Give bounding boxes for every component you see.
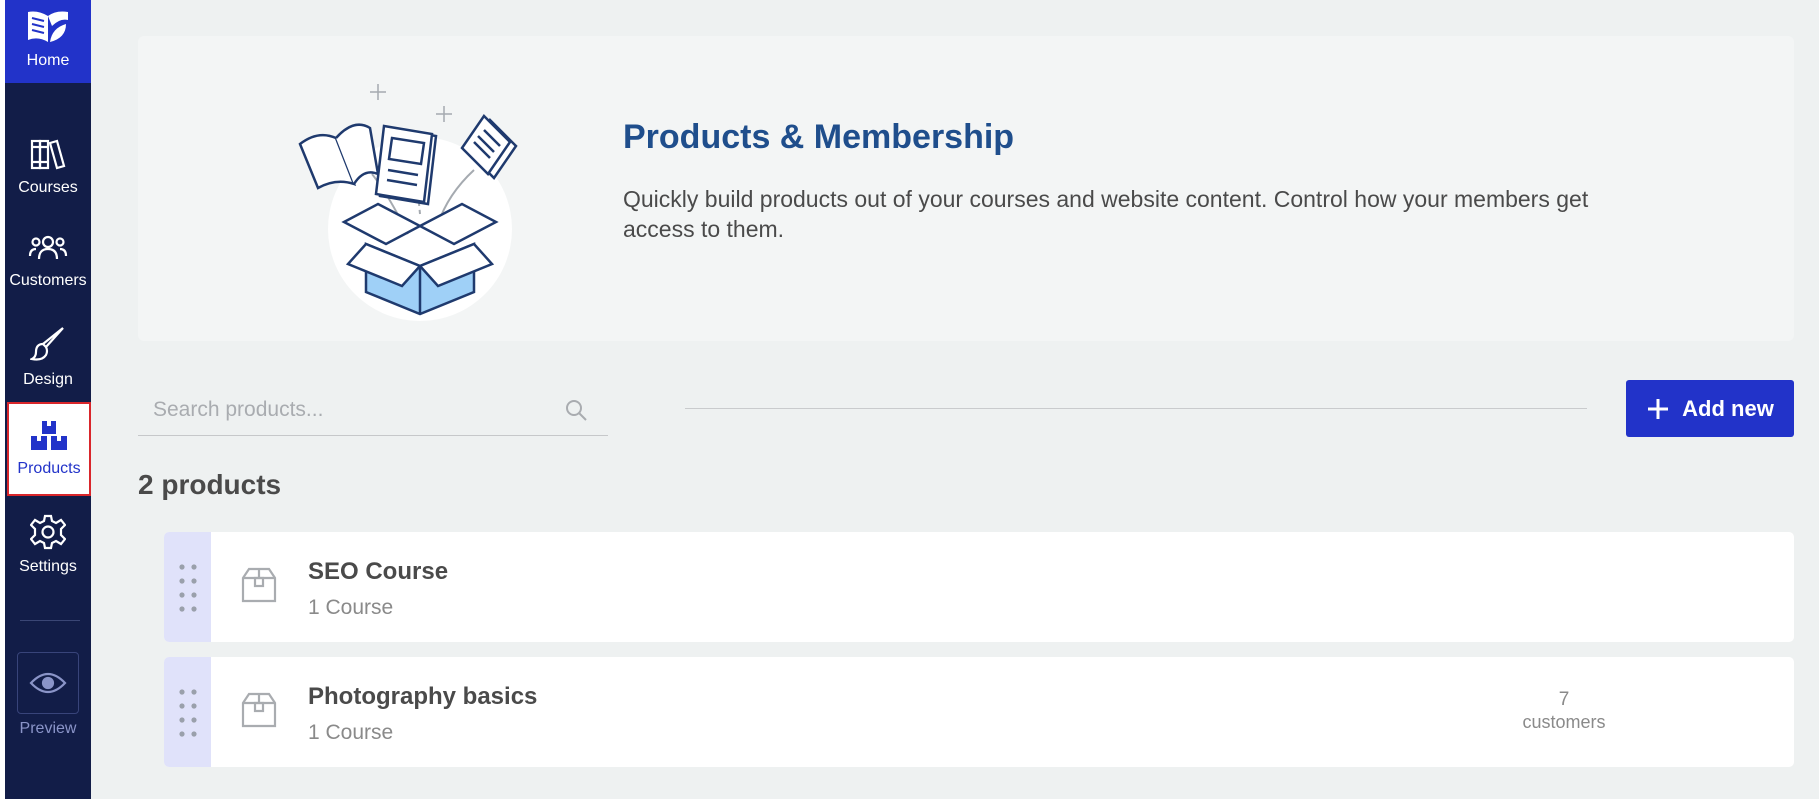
preview-label: Preview: [19, 720, 77, 737]
product-count: 2 products: [138, 469, 282, 500]
search-input[interactable]: [153, 394, 553, 426]
boxes-icon: [31, 421, 67, 450]
product-row[interactable]: SEO Course 1 Course: [164, 532, 1794, 642]
sidebar-item-products[interactable]: Products: [7, 402, 91, 496]
hero-banner: Products & Membership Quickly build prod…: [138, 36, 1794, 341]
package-icon: [241, 567, 277, 603]
sidebar-item-home[interactable]: Home: [5, 0, 91, 83]
sidebar-divider: [20, 620, 80, 621]
drag-dots-icon: [178, 689, 197, 737]
product-name[interactable]: SEO Course: [308, 558, 448, 586]
customers-label: customers: [1522, 712, 1606, 732]
search-bar: [138, 384, 608, 436]
eye-icon: [29, 672, 67, 694]
package-icon: [241, 692, 277, 728]
sidebar-item-label: Settings: [19, 558, 77, 575]
drag-handle[interactable]: [164, 657, 211, 767]
sidebar-item-design[interactable]: Design: [5, 310, 91, 404]
plus-icon: [1648, 398, 1669, 419]
sidebar-item-label: Courses: [18, 179, 78, 196]
products-illustration-icon: [298, 84, 518, 321]
people-icon: [28, 235, 68, 260]
customers-count: 7 customers: [1484, 689, 1644, 733]
sidebar: Home Courses Customers Design Products S…: [0, 0, 91, 799]
sidebar-item-courses[interactable]: Courses: [5, 120, 91, 214]
book-leaf-logo-icon: [28, 11, 68, 42]
drag-dots-icon: [178, 564, 197, 612]
preview-box[interactable]: [17, 652, 79, 714]
drag-handle[interactable]: [164, 532, 211, 642]
preview-button[interactable]: Preview: [5, 652, 91, 738]
page-description: Quickly build products out of your cours…: [623, 186, 1589, 242]
books-icon: [30, 139, 66, 170]
add-new-button[interactable]: Add new: [1626, 380, 1794, 437]
add-new-label: Add new: [1682, 395, 1774, 421]
product-subtitle: 1 Course: [308, 596, 394, 619]
gear-icon: [30, 514, 66, 550]
customers-number: 7: [1558, 689, 1570, 710]
sidebar-item-label: Products: [17, 460, 81, 477]
sidebar-item-label: Customers: [9, 272, 87, 289]
paintbrush-icon: [30, 327, 64, 361]
page-title: Products & Membership: [623, 118, 1015, 156]
toolbar-divider: [685, 408, 1587, 409]
sidebar-item-label: Design: [23, 371, 73, 388]
sidebar-item-label: Home: [26, 52, 70, 69]
product-subtitle: 1 Course: [308, 721, 394, 744]
search-icon[interactable]: [564, 398, 588, 422]
sidebar-item-customers[interactable]: Customers: [5, 214, 91, 308]
product-row[interactable]: Photography basics 1 Course 7 customers: [164, 657, 1794, 767]
sidebar-item-settings[interactable]: Settings: [5, 498, 91, 592]
product-name[interactable]: Photography basics: [308, 683, 537, 711]
